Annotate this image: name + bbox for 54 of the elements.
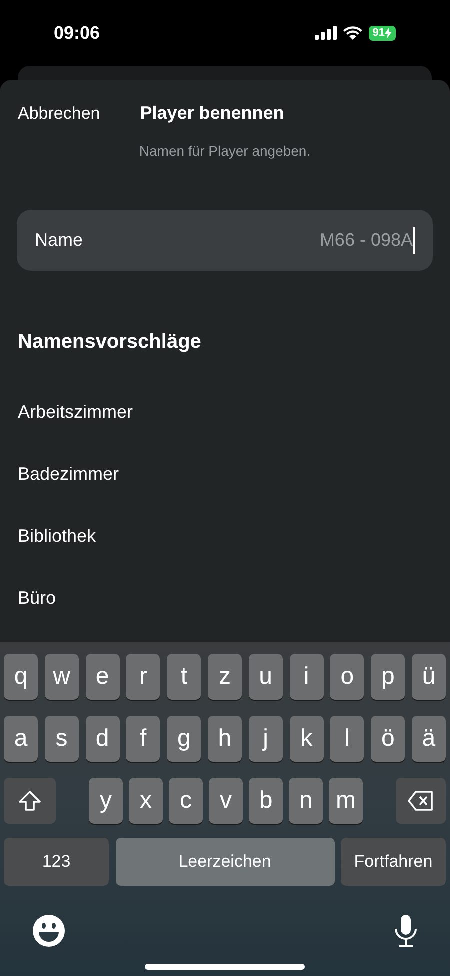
name-input[interactable]: M66 - 098A [215,227,415,254]
keyboard-key[interactable]: ö [371,716,406,762]
keyboard-key[interactable]: ü [412,654,446,700]
status-time: 09:06 [54,22,100,44]
field-label: Name [35,229,84,252]
emoji-icon[interactable] [32,914,66,948]
keyboard-key[interactable]: g [167,716,202,762]
keyboard-key[interactable]: s [44,716,79,762]
keyboard-key[interactable]: i [290,654,324,700]
battery-indicator: 91 [368,26,396,40]
keyboard-key[interactable]: u [248,654,283,700]
keyboard-key[interactable]: h [208,716,242,762]
keyboard-key[interactable]: d [86,716,120,762]
keyboard-key[interactable]: t [167,654,202,700]
space-key[interactable]: Leerzeichen [116,838,334,886]
keyboard-key[interactable]: z [208,654,242,700]
cancel-button[interactable]: Abbrechen [18,100,100,126]
suggestion-item[interactable]: Büro [0,567,450,629]
keyboard-key[interactable]: n [289,778,323,824]
shift-key[interactable] [4,778,56,824]
keyboard-key[interactable]: r [126,654,160,700]
keyboard-key[interactable]: k [290,716,324,762]
return-key[interactable]: Fortfahren [341,838,446,886]
microphone-icon[interactable] [394,914,418,948]
signal-icon [314,26,337,40]
sheet-title: Player benennen [140,102,284,125]
keyboard-key[interactable]: v [209,778,243,824]
suggestion-item[interactable]: Bibliothek [0,505,450,567]
keyboard-key[interactable]: y [89,778,123,824]
name-field[interactable]: Name M66 - 098A [17,210,433,271]
keyboard-key[interactable]: l [330,716,364,762]
keyboard-key[interactable]: j [248,716,283,762]
keyboard-key[interactable]: e [86,654,120,700]
keyboard-key[interactable]: c [169,778,203,824]
suggestion-item[interactable]: Arbeitszimmer [0,381,450,443]
charging-bolt-icon [385,28,392,38]
keyboard-key[interactable]: a [4,716,38,762]
keyboard-key[interactable]: w [44,654,79,700]
shift-icon [19,791,41,811]
keyboard-key[interactable]: f [126,716,160,762]
keyboard-key[interactable]: q [4,654,38,700]
backspace-icon [408,791,434,811]
sheet-subtitle: Namen für Player angeben. [139,142,311,161]
suggestion-item[interactable]: Badezimmer [0,443,450,505]
keyboard-key[interactable]: b [249,778,283,824]
keyboard-key[interactable]: p [371,654,406,700]
keyboard-key[interactable]: ä [412,716,446,762]
delete-key[interactable] [396,778,446,824]
suggestions-heading: Namensvorschläge [17,330,202,355]
keyboard-key[interactable]: x [129,778,163,824]
keyboard-key[interactable]: m [329,778,363,824]
wifi-icon [342,26,363,40]
keyboard-key[interactable]: o [330,654,364,700]
numbers-key[interactable]: 123 [4,838,109,886]
